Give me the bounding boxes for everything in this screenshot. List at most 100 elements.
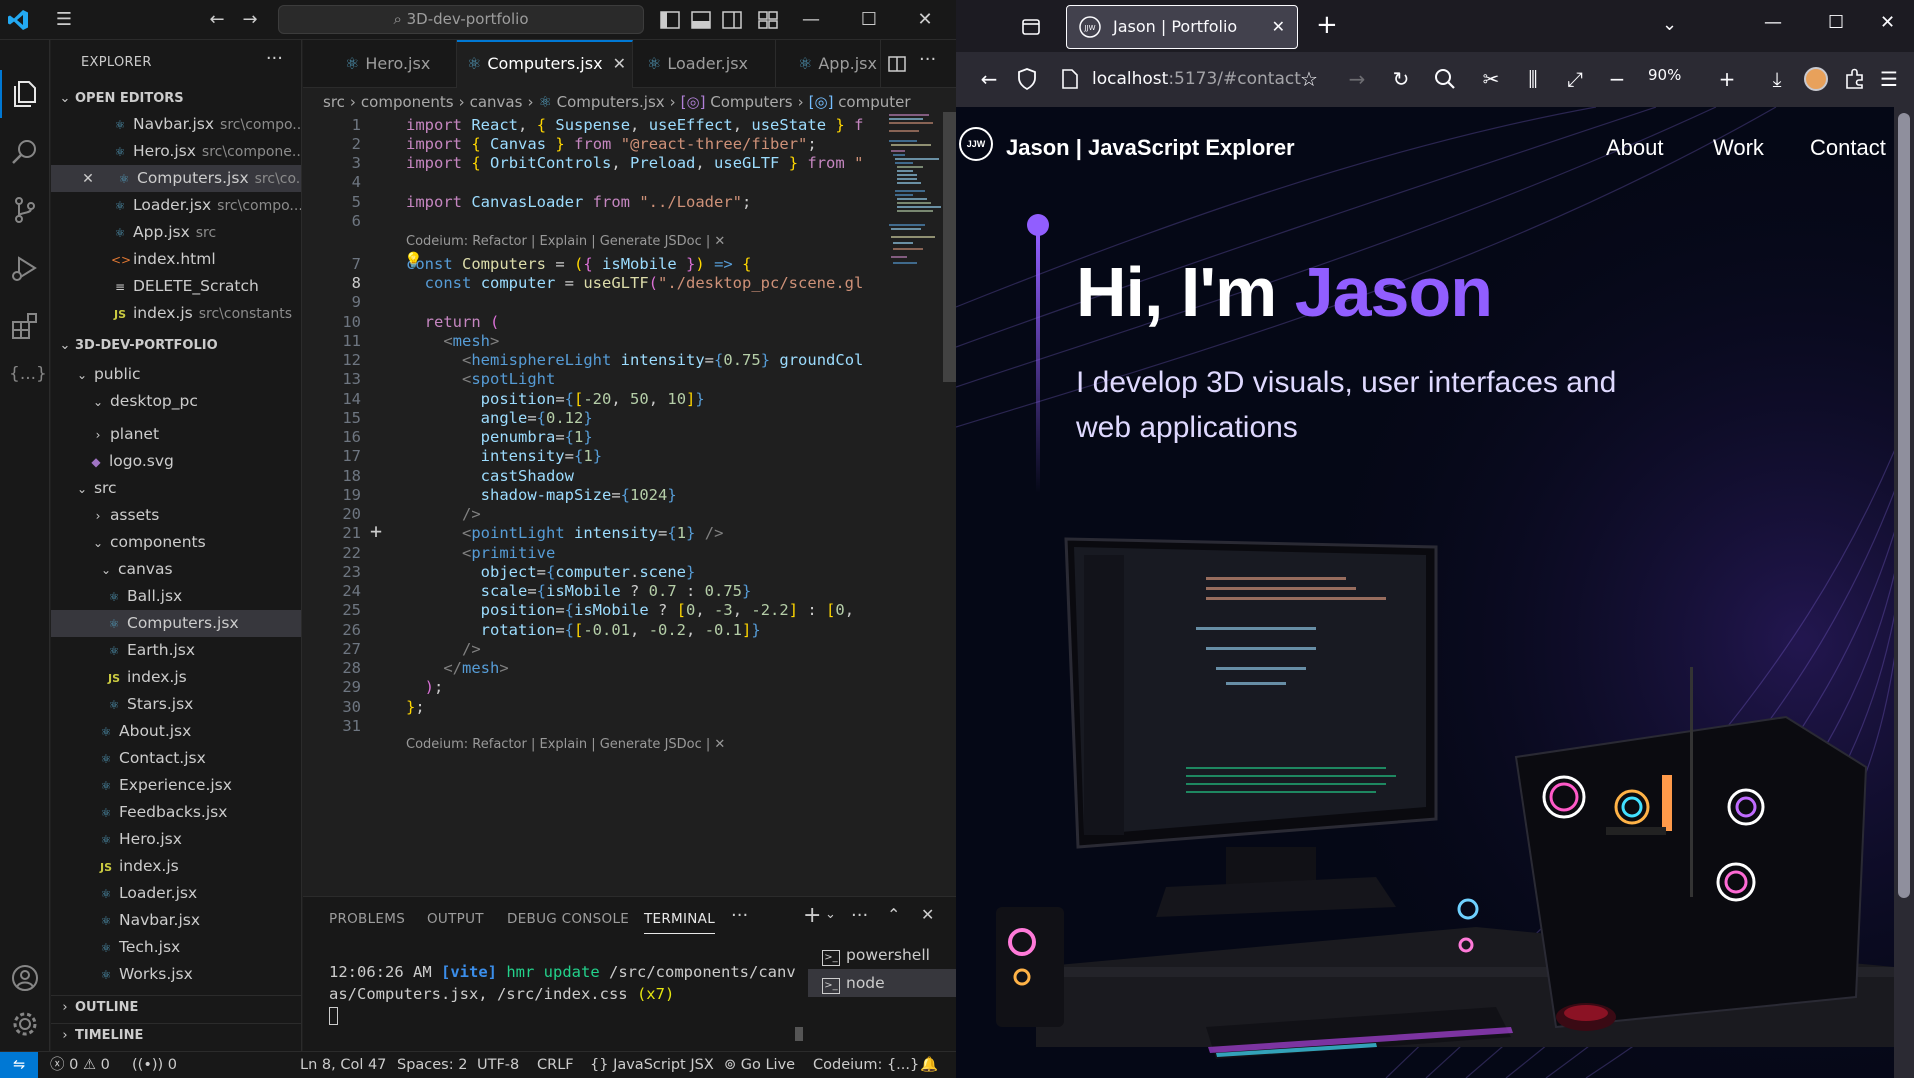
close-icon[interactable]: ✕ <box>913 8 937 32</box>
open-editor-item[interactable]: ⚛ App.jsx src <box>51 219 301 246</box>
settings-gear-icon[interactable] <box>9 1008 41 1040</box>
breadcrumb-item[interactable]: Computers.jsx <box>557 93 665 111</box>
maximize-panel-icon[interactable]: ⌃ <box>887 905 900 924</box>
search-icon[interactable] <box>1432 66 1458 92</box>
tree-file[interactable]: ⚛ Works.jsx <box>51 961 301 988</box>
bookmark-star-icon[interactable]: ☆ <box>1296 66 1322 92</box>
breadcrumb-item[interactable]: Computers <box>710 93 792 111</box>
tree-folder[interactable]: ⌄ src <box>51 475 301 502</box>
minimap[interactable] <box>883 112 943 292</box>
remote-icon[interactable]: ⇋ <box>0 1052 38 1078</box>
chevron-down-icon[interactable]: ⌄ <box>825 907 836 922</box>
project-header[interactable]: ⌄ 3D-DEV-PORTFOLIO <box>51 334 301 358</box>
codeium-status[interactable]: Codeium: {...} <box>813 1052 919 1078</box>
timeline-header[interactable]: › TIMELINE <box>51 1023 301 1047</box>
tree-file[interactable]: ⚛ About.jsx <box>51 718 301 745</box>
zoom-level[interactable]: 90% <box>1648 66 1681 84</box>
tree-folder[interactable]: › assets <box>51 502 301 529</box>
tree-file[interactable]: ⚛ Feedbacks.jsx <box>51 799 301 826</box>
close-tab-icon[interactable]: ✕ <box>1272 6 1285 48</box>
toggle-panel-icon[interactable] <box>689 8 713 32</box>
nav-contact[interactable]: Contact <box>1810 135 1886 161</box>
source-control-icon[interactable] <box>9 194 41 226</box>
reload-icon[interactable]: ↻ <box>1388 66 1414 92</box>
command-center-search[interactable]: ⌕ 3D-dev-portfolio <box>278 5 644 34</box>
tab-debug-console[interactable]: DEBUG CONSOLE <box>507 911 629 927</box>
go-live[interactable]: ⊚ Go Live <box>724 1052 795 1078</box>
new-tab-icon[interactable]: + <box>1316 10 1338 40</box>
firefox-view-icon[interactable] <box>1020 16 1042 38</box>
tab-app[interactable]: ⚛ App.jsx <box>776 40 881 88</box>
tree-file-selected[interactable]: ⚛ Computers.jsx <box>51 610 301 637</box>
tree-file[interactable]: ⚛ Stars.jsx <box>51 691 301 718</box>
more-tabs-icon[interactable]: ··· <box>731 905 748 926</box>
more-actions-icon[interactable]: ··· <box>266 48 283 69</box>
open-editor-item[interactable]: <> index.html <box>51 246 301 273</box>
customize-layout-icon[interactable] <box>756 8 780 32</box>
more-actions-icon[interactable]: ··· <box>919 49 936 70</box>
outline-header[interactable]: › OUTLINE <box>51 995 301 1019</box>
tab-problems[interactable]: PROBLEMS <box>329 911 405 927</box>
site-logo[interactable]: JJW <box>959 127 993 161</box>
tree-folder[interactable]: ⌄ components <box>51 529 301 556</box>
indentation[interactable]: Spaces: 2 <box>397 1052 467 1078</box>
nav-work[interactable]: Work <box>1713 135 1764 161</box>
problems-status[interactable]: ⓧ 0 ⚠ 0 <box>50 1052 110 1078</box>
new-terminal-icon[interactable]: + <box>803 903 821 928</box>
tab-terminal[interactable]: TERMINAL <box>644 911 716 934</box>
zoom-out-icon[interactable]: − <box>1604 66 1630 92</box>
tab-hero[interactable]: ⚛ Hero.jsx <box>303 40 457 88</box>
editor-scrollbar[interactable] <box>943 112 956 382</box>
open-editors-header[interactable]: ⌄ OPEN EDITORS <box>51 87 301 111</box>
toggle-secondary-sidebar-icon[interactable] <box>720 8 744 32</box>
menu-icon[interactable]: ☰ <box>52 8 76 32</box>
line-endings[interactable]: CRLF <box>537 1052 574 1078</box>
lightbulb-icon[interactable]: 💡 <box>404 251 423 269</box>
download-icon[interactable]: ⤓ <box>1764 66 1790 92</box>
add-comment-icon[interactable]: + <box>365 520 387 542</box>
close-panel-icon[interactable]: ✕ <box>921 905 934 924</box>
minimize-icon[interactable]: — <box>1764 12 1782 33</box>
cursor-position[interactable]: Ln 8, Col 47 <box>300 1052 386 1078</box>
screenshot-icon[interactable]: ✂ <box>1478 66 1504 92</box>
minimize-icon[interactable]: — <box>799 8 823 32</box>
open-editor-item[interactable]: ≡ DELETE_Scratch <box>51 273 301 300</box>
browser-tab-active[interactable]: JJW Jason | Portfolio ✕ <box>1066 5 1298 49</box>
open-editor-item[interactable]: ⚛ Loader.jsx src\compo... <box>51 192 301 219</box>
tree-file[interactable]: ⚛ Loader.jsx <box>51 880 301 907</box>
library-icon[interactable]: ⫼ <box>1520 66 1546 92</box>
terminal-item-node[interactable]: >_ node <box>808 969 956 997</box>
breadcrumb-item[interactable]: computer <box>838 93 910 111</box>
language-mode[interactable]: {} JavaScript JSX <box>590 1052 714 1078</box>
tree-file[interactable]: ⚛ Navbar.jsx <box>51 907 301 934</box>
explorer-icon[interactable] <box>9 78 41 110</box>
tree-file[interactable]: ⚛ Experience.jsx <box>51 772 301 799</box>
tree-file[interactable]: JS index.js <box>51 853 301 880</box>
json-braces-icon[interactable]: {...} <box>9 358 47 390</box>
open-editor-item[interactable]: ⚛ Hero.jsx src\compone... <box>51 138 301 165</box>
breadcrumb-item[interactable]: canvas <box>470 93 523 111</box>
nav-about[interactable]: About <box>1606 135 1664 161</box>
tree-file[interactable]: ⚛ Earth.jsx <box>51 637 301 664</box>
breadcrumb-item[interactable]: components <box>361 93 454 111</box>
list-tabs-chevron-icon[interactable]: ⌄ <box>1662 14 1677 35</box>
terminal-item-powershell[interactable]: >_ powershell <box>808 941 956 969</box>
code-editor[interactable]: 1 import React, { Suspense, useEffect, u… <box>303 112 883 942</box>
maximize-icon[interactable]: ☐ <box>1828 12 1844 33</box>
terminal-scrollbar[interactable] <box>795 1027 803 1041</box>
tree-folder[interactable]: ⌄ canvas <box>51 556 301 583</box>
encoding[interactable]: UTF-8 <box>477 1052 519 1078</box>
page-icon[interactable] <box>1060 68 1080 90</box>
back-arrow-icon[interactable]: ← <box>976 66 1002 92</box>
breadcrumb-item[interactable]: src <box>323 93 345 111</box>
site-brand[interactable]: Jason | JavaScript Explorer <box>1006 135 1295 161</box>
tree-file[interactable]: JS index.js <box>51 664 301 691</box>
notifications-bell-icon[interactable]: 🔔 <box>920 1052 938 1078</box>
toggle-sidebar-icon[interactable] <box>658 8 682 32</box>
extensions-puzzle-icon[interactable] <box>1842 66 1868 92</box>
tree-file[interactable]: ⚛ Ball.jsx <box>51 583 301 610</box>
run-debug-icon[interactable] <box>9 252 41 284</box>
tree-folder[interactable]: › planet <box>51 421 301 448</box>
zoom-in-icon[interactable]: + <box>1714 66 1740 92</box>
fullscreen-icon[interactable]: ⤢ <box>1562 66 1588 92</box>
